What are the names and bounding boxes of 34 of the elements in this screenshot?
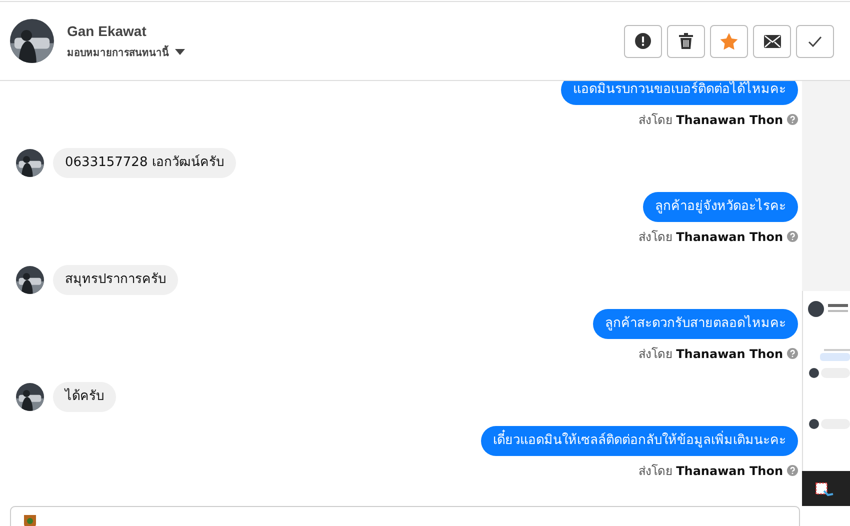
trash-button[interactable] <box>667 24 705 58</box>
contact-avatar <box>10 19 54 63</box>
message-bubble: แอดมินรบกวนขอเบอร์ติดต่อได้ไหมคะ <box>561 81 798 105</box>
assign-dropdown[interactable]: มอบหมายการสนทนานี้ <box>67 44 185 60</box>
sender-avatar <box>16 149 44 177</box>
sent-by-label: ส่งโดย Thanawan Thon <box>638 346 783 362</box>
help-icon[interactable] <box>787 348 798 358</box>
alert-button[interactable] <box>624 24 662 58</box>
star-icon <box>720 32 738 50</box>
sent-by-label: ส่งโดย Thanawan Thon <box>638 228 783 246</box>
message-bubble: ลูกค้าอยู่จังหวัดอะไรคะ <box>643 192 798 222</box>
caret-icon <box>175 49 185 55</box>
check-icon <box>808 36 822 46</box>
message-bubble: ได้ครับ <box>53 382 116 412</box>
sender-avatar <box>16 383 44 411</box>
contact-name: Gan Ekawat <box>67 22 148 38</box>
sender-avatar <box>16 266 44 294</box>
window-preview-drawing[interactable] <box>802 291 850 506</box>
help-icon[interactable] <box>787 114 798 124</box>
message-bubble: 0633157728 เอกวัฒน์ครับ <box>53 148 236 178</box>
star-button[interactable] <box>710 24 748 58</box>
sent-by-label: ส่งโดย Thanawan Thon <box>638 112 783 128</box>
badge-icon <box>21 513 39 526</box>
mail-icon <box>764 34 780 48</box>
message-bubble: ลูกค้าสะดวกรับสายตลอดไหมคะ <box>593 309 798 339</box>
message-bubble: เดี๋ยวแอดมินให้เซลล์ติดต่อกลับให้ข้อมูลเพิ่มเติมนะคะ <box>481 426 798 456</box>
done-button[interactable] <box>796 24 834 58</box>
trash-icon <box>679 33 693 49</box>
sent-by-label: ส่งโดย Thanawan Thon <box>638 462 783 480</box>
help-icon[interactable] <box>787 230 798 242</box>
mail-button[interactable] <box>753 24 791 58</box>
help-icon[interactable] <box>787 464 798 476</box>
alert-icon <box>635 33 651 49</box>
message-bubble: สมุทรปราการครับ <box>53 265 178 295</box>
